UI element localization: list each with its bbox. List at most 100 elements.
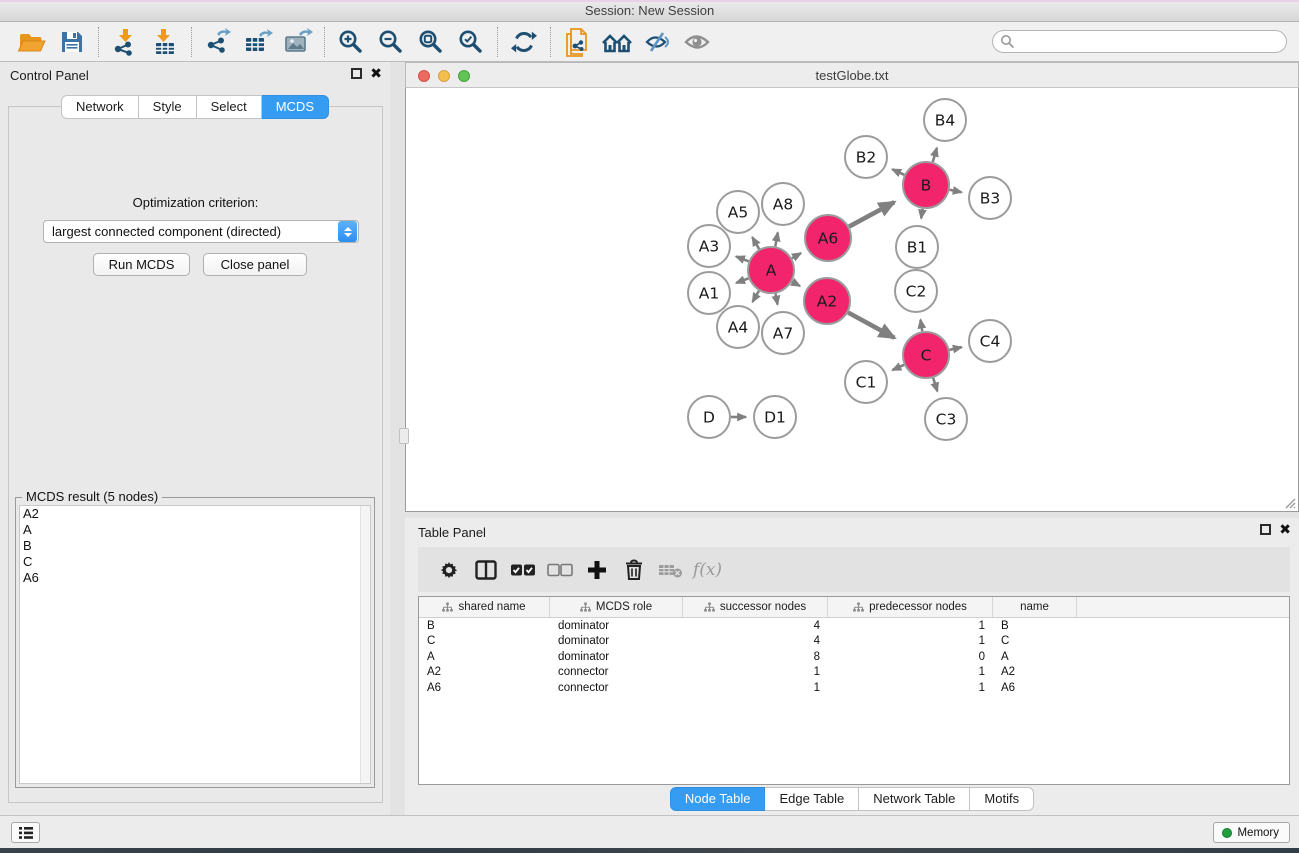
graph-edge-C-C2[interactable] [920,320,922,332]
result-list-item[interactable]: C [20,554,370,570]
tab-select[interactable]: Select [197,95,262,119]
float-panel-icon[interactable] [1260,524,1271,535]
graph-node-A6[interactable]: A6 [805,215,851,261]
select-all-columns-icon[interactable] [504,552,541,588]
graph-edge-A-A7[interactable] [775,294,777,305]
tab-network-table[interactable]: Network Table [859,787,970,811]
table-row[interactable]: A6connector11A6 [419,680,1289,696]
open-session-icon[interactable] [12,25,52,59]
settings-gear-icon[interactable] [430,552,467,588]
table-cell[interactable]: connector [550,682,683,694]
graph-edge-B-B2[interactable] [892,169,904,175]
graph-edge-C-C4[interactable] [949,347,961,350]
graph-node-D[interactable]: D [688,396,730,438]
graph-node-C2[interactable]: C2 [895,270,937,312]
network-canvas[interactable]: B4B2BB3B1A5A8A6A3AC2A1A2A4A7C4CC1C3DD1 [405,88,1299,512]
graph-node-A4[interactable]: A4 [717,306,759,348]
graph-node-B3[interactable]: B3 [969,177,1011,219]
float-panel-icon[interactable] [351,68,362,79]
close-panel-button[interactable]: Close panel [203,253,307,276]
export-network-icon[interactable] [198,25,238,59]
graph-node-B4[interactable]: B4 [924,99,966,141]
graph-edge-A-A6[interactable] [792,253,801,258]
tab-motifs[interactable]: Motifs [970,787,1034,811]
result-list-item[interactable]: A2 [20,506,370,522]
delete-column-icon[interactable] [615,552,652,588]
table-cell[interactable]: dominator [550,620,683,632]
graph-edge-B-B3[interactable] [950,190,962,192]
table-cell[interactable]: 1 [828,682,993,694]
table-row[interactable]: A2connector11A2 [419,665,1289,681]
graph-edge-A-A1[interactable] [736,278,748,283]
split-view-icon[interactable] [467,552,504,588]
column-header-successor-nodes[interactable]: successor nodes [683,597,828,617]
table-cell[interactable]: A [419,651,550,663]
clone-network-icon[interactable] [557,25,597,59]
table-cell[interactable]: 1 [828,666,993,678]
zoom-out-icon[interactable] [371,25,411,59]
graph-node-A7[interactable]: A7 [762,312,804,354]
import-network-icon[interactable] [105,25,145,59]
table-cell[interactable]: A2 [993,666,1077,678]
table-cell[interactable]: 4 [683,635,828,647]
refresh-layout-icon[interactable] [504,25,544,59]
table-cell[interactable]: 0 [828,651,993,663]
column-header-predecessor-nodes[interactable]: predecessor nodes [828,597,993,617]
graph-edge-A6-B[interactable] [849,202,894,226]
graph-node-C4[interactable]: C4 [969,320,1011,362]
graph-edge-B-B4[interactable] [933,148,937,162]
tab-node-table[interactable]: Node Table [670,787,766,811]
task-history-button[interactable] [11,822,40,843]
tab-mcds[interactable]: MCDS [262,95,329,119]
graph-node-D1[interactable]: D1 [754,396,796,438]
export-image-icon[interactable] [278,25,318,59]
close-panel-icon[interactable]: ✖ [1279,524,1291,535]
zoom-selected-icon[interactable] [451,25,491,59]
graph-node-C[interactable]: C [903,332,949,378]
network-window-titlebar[interactable]: testGlobe.txt [405,62,1299,88]
graph-node-A[interactable]: A [748,247,794,293]
table-cell[interactable]: A2 [419,666,550,678]
result-list-item[interactable]: A [20,522,370,538]
table-cell[interactable]: dominator [550,635,683,647]
divider-handle[interactable] [399,428,409,444]
column-header-shared-name[interactable]: shared name [419,597,550,617]
table-cell[interactable]: C [993,635,1077,647]
result-list-item[interactable]: B [20,538,370,554]
close-panel-icon[interactable]: ✖ [370,68,382,79]
table-cell[interactable]: connector [550,666,683,678]
table-cell[interactable]: 1 [683,682,828,694]
graph-edge-A-A5[interactable] [752,237,759,249]
column-header-name[interactable]: name [993,597,1077,617]
tab-style[interactable]: Style [139,95,197,119]
graph-edge-A2-C[interactable] [848,312,894,337]
table-cell[interactable]: A6 [419,682,550,694]
graph-edge-C-C1[interactable] [892,365,904,370]
table-row[interactable]: Cdominator41C [419,634,1289,650]
table-cell[interactable]: A6 [993,682,1077,694]
graph-edge-C-C3[interactable] [933,378,937,391]
graph-node-A1[interactable]: A1 [688,272,730,314]
table-cell[interactable]: 1 [828,620,993,632]
graph-node-B1[interactable]: B1 [896,226,938,268]
table-cell[interactable]: B [419,620,550,632]
graph-node-A5[interactable]: A5 [717,191,759,233]
memory-button[interactable]: Memory [1213,822,1290,843]
graph-node-A8[interactable]: A8 [762,183,804,225]
table-cell[interactable]: dominator [550,651,683,663]
table-cell[interactable]: 4 [683,620,828,632]
zoom-in-icon[interactable] [331,25,371,59]
deselect-all-columns-icon[interactable] [541,552,578,588]
run-mcds-button[interactable]: Run MCDS [93,253,190,276]
zoom-fit-icon[interactable] [411,25,451,59]
result-scrollbar[interactable] [360,506,370,783]
table-cell[interactable]: C [419,635,550,647]
tab-network[interactable]: Network [61,95,139,119]
birds-eye-view-icon[interactable] [677,25,717,59]
tab-edge-table[interactable]: Edge Table [765,787,859,811]
table-cell[interactable]: B [993,620,1077,632]
table-cell[interactable]: 1 [828,635,993,647]
delete-table-icon[interactable] [652,552,689,588]
table-cell[interactable]: 8 [683,651,828,663]
table-cell[interactable]: A [993,651,1077,663]
